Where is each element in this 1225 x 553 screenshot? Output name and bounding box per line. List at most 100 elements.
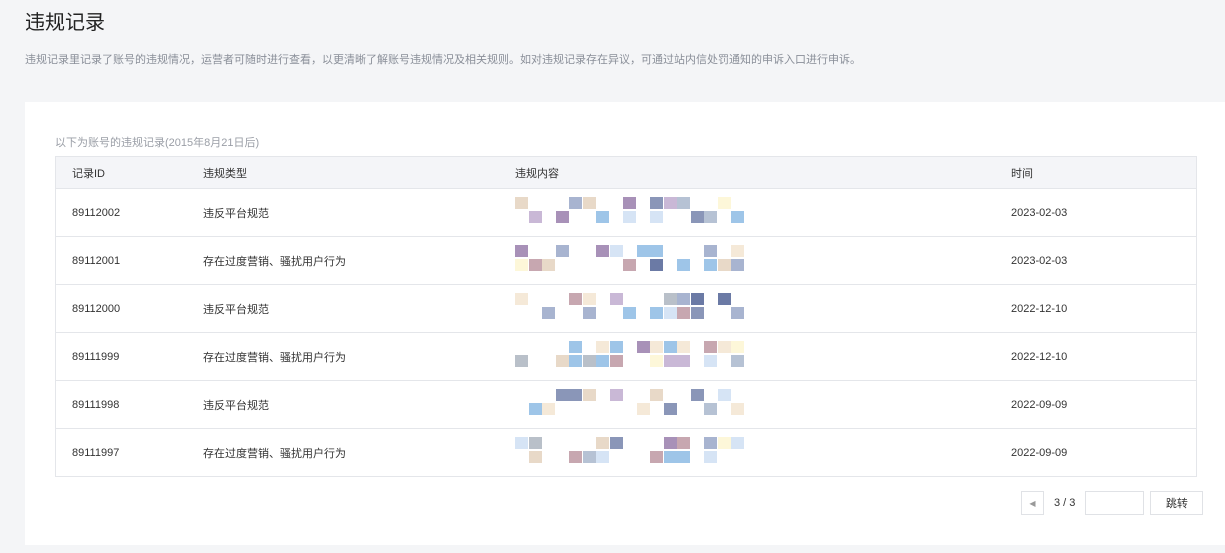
mosaic-block xyxy=(704,437,717,449)
violation-content-redacted xyxy=(515,285,1011,332)
record-id: 89112002 xyxy=(72,206,121,219)
violation-type: 违反平台规范 xyxy=(203,207,269,220)
record-time: 2023-02-03 xyxy=(1011,254,1068,267)
record-time: 2022-09-09 xyxy=(1011,398,1068,411)
mosaic-block xyxy=(542,307,555,319)
mosaic-block xyxy=(704,403,717,415)
mosaic-block xyxy=(731,211,744,223)
mosaic-block xyxy=(650,307,663,319)
mosaic-block xyxy=(623,259,636,271)
mosaic-block xyxy=(569,389,582,401)
table-row: 89112001 存在过度营销、骚扰用户行为 2023-02-03 xyxy=(56,236,1196,284)
mosaic-block xyxy=(582,389,596,401)
header-time: 时间 xyxy=(1011,167,1033,180)
jump-page-input[interactable] xyxy=(1085,491,1145,515)
caret-left-icon: ◀ xyxy=(1029,498,1036,508)
violation-content-redacted xyxy=(515,381,1011,428)
mosaic-block xyxy=(663,437,677,449)
mosaic-block xyxy=(650,341,663,353)
mosaic-block xyxy=(515,437,528,449)
violation-type: 存在过度营销、骚扰用户行为 xyxy=(203,351,346,364)
record-id: 89112001 xyxy=(72,254,121,267)
mosaic-block xyxy=(731,245,744,257)
mosaic-block xyxy=(528,259,542,271)
violation-type: 违反平台规范 xyxy=(203,303,269,316)
mosaic-block xyxy=(677,355,690,367)
violation-content-redacted xyxy=(515,189,1011,236)
mosaic-block xyxy=(663,451,677,463)
mosaic-block xyxy=(623,307,636,319)
mosaic-block xyxy=(650,451,663,463)
mosaic-block xyxy=(582,451,596,463)
mosaic-block xyxy=(609,293,623,305)
mosaic-block xyxy=(717,437,731,449)
mosaic-block xyxy=(555,211,569,223)
mosaic-block xyxy=(528,211,542,223)
mosaic-block xyxy=(636,403,650,415)
mosaic-block xyxy=(569,293,582,305)
mosaic-block xyxy=(609,245,623,257)
mosaic-block xyxy=(677,341,690,353)
violation-table: 记录ID 违规类型 违规内容 时间 89112002 违反平台规范 2023-0… xyxy=(55,156,1197,477)
mosaic-block xyxy=(731,307,744,319)
prev-page-button[interactable]: ◀ xyxy=(1021,491,1044,515)
mosaic-block xyxy=(569,197,582,209)
mosaic-block xyxy=(677,259,690,271)
mosaic-block xyxy=(636,245,650,257)
mosaic-block xyxy=(717,293,731,305)
table-row: 89111997 存在过度营销、骚扰用户行为 2022-09-09 xyxy=(56,428,1196,476)
jump-button[interactable]: 跳转 xyxy=(1150,491,1204,515)
mosaic-block xyxy=(528,437,542,449)
violation-type: 存在过度营销、骚扰用户行为 xyxy=(203,447,346,460)
mosaic-block xyxy=(555,389,569,401)
mosaic-block xyxy=(609,389,623,401)
violation-content-redacted xyxy=(515,429,1011,476)
mosaic-block xyxy=(677,451,690,463)
table-row: 89111999 存在过度营销、骚扰用户行为 2022-12-10 xyxy=(56,332,1196,380)
record-id: 89112000 xyxy=(72,302,121,315)
mosaic-block xyxy=(596,245,609,257)
mosaic-block xyxy=(650,211,663,223)
mosaic-block xyxy=(515,197,528,209)
mosaic-block xyxy=(623,211,636,223)
mosaic-block xyxy=(650,259,663,271)
mosaic-block xyxy=(663,293,677,305)
mosaic-block xyxy=(609,437,623,449)
mosaic-block xyxy=(569,355,582,367)
table-row: 89112000 违反平台规范 2022-12-10 xyxy=(56,284,1196,332)
mosaic-block xyxy=(690,389,704,401)
page-description: 违规记录里记录了账号的违规情况，运营者可随时进行查看，以更清晰了解账号违规情况及… xyxy=(25,54,861,66)
mosaic-block xyxy=(731,355,744,367)
mosaic-block xyxy=(515,293,528,305)
mosaic-block xyxy=(650,197,663,209)
violation-type: 违反平台规范 xyxy=(203,399,269,412)
mosaic-block xyxy=(609,341,623,353)
record-time: 2022-12-10 xyxy=(1011,350,1068,363)
mosaic-block xyxy=(636,341,650,353)
mosaic-block xyxy=(717,389,731,401)
mosaic-block xyxy=(704,245,717,257)
violation-type: 存在过度营销、骚扰用户行为 xyxy=(203,255,346,268)
violation-content-redacted xyxy=(515,333,1011,380)
mosaic-block xyxy=(690,211,704,223)
mosaic-block xyxy=(677,293,690,305)
table-header: 记录ID 违规类型 违规内容 时间 xyxy=(56,157,1196,188)
mosaic-block xyxy=(582,355,596,367)
mosaic-block xyxy=(690,293,704,305)
mosaic-block xyxy=(677,197,690,209)
mosaic-block xyxy=(582,197,596,209)
mosaic-block xyxy=(596,437,609,449)
mosaic-block xyxy=(717,259,731,271)
mosaic-block xyxy=(582,307,596,319)
mosaic-block xyxy=(596,341,609,353)
mosaic-block xyxy=(717,341,731,353)
mosaic-block xyxy=(542,403,555,415)
record-id: 89111998 xyxy=(72,398,120,411)
mosaic-block xyxy=(555,245,569,257)
mosaic-block xyxy=(542,259,555,271)
table-caption: 以下为账号的违规记录(2015年8月21日后) xyxy=(55,137,260,149)
mosaic-block xyxy=(704,211,717,223)
page-indicator: 3 / 3 xyxy=(1054,497,1076,509)
mosaic-block xyxy=(582,293,596,305)
record-id: 89111997 xyxy=(72,446,120,459)
